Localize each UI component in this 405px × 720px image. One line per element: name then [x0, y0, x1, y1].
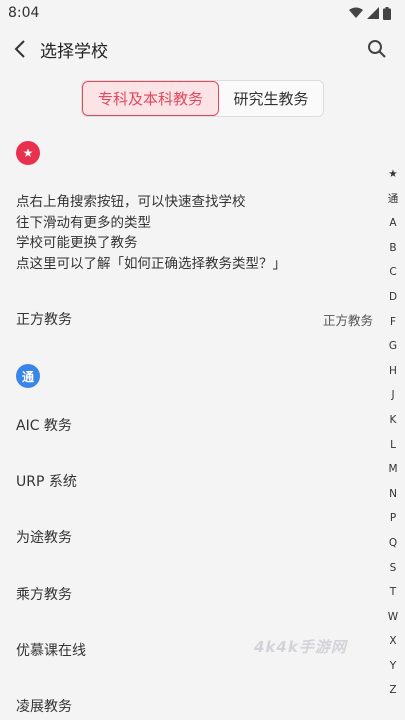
- signal-icon: [367, 7, 379, 19]
- favorite-school-row[interactable]: 正方教务 正方教务: [0, 299, 385, 339]
- index-letter[interactable]: C: [381, 260, 405, 285]
- tab-selector: 专科及本科教务 研究生教务: [81, 80, 324, 117]
- index-letter[interactable]: Y: [381, 654, 405, 679]
- search-icon: [368, 40, 386, 58]
- index-letter[interactable]: T: [381, 580, 405, 605]
- tip-help-link[interactable]: 点这里可以了解「如何正确选择教务类型？」: [16, 254, 286, 275]
- index-letter[interactable]: N: [381, 482, 405, 507]
- index-letter[interactable]: D: [381, 285, 405, 310]
- status-time: 8:04: [8, 5, 40, 21]
- index-letter[interactable]: M: [381, 457, 405, 482]
- index-letter[interactable]: P: [381, 506, 405, 531]
- list-item[interactable]: AIC 教务: [0, 405, 385, 445]
- index-letter[interactable]: H: [381, 359, 405, 384]
- alphabet-index-bar[interactable]: ★ 通 A B C D F G H J K L M N P Q S T W X …: [381, 162, 405, 703]
- search-button[interactable]: [365, 37, 389, 61]
- list-item[interactable]: URP 系统: [0, 461, 385, 501]
- tip-line: 往下滑动有更多的类型: [16, 214, 151, 231]
- tip-line: 学校可能更换了教务: [16, 235, 138, 251]
- tab-undergraduate[interactable]: 专科及本科教务: [82, 81, 219, 116]
- index-letter[interactable]: J: [381, 383, 405, 408]
- back-button[interactable]: [0, 26, 40, 72]
- index-letter[interactable]: 通: [381, 187, 405, 212]
- list-item[interactable]: 乘方教务: [0, 574, 385, 614]
- index-letter[interactable]: ★: [381, 162, 405, 187]
- index-letter[interactable]: L: [381, 433, 405, 458]
- status-icons: [349, 6, 391, 20]
- common-section-badge: 通: [16, 364, 40, 388]
- index-letter[interactable]: G: [381, 334, 405, 359]
- app-bar: 选择学校: [0, 26, 405, 72]
- index-letter[interactable]: W: [381, 605, 405, 630]
- wifi-icon: [349, 7, 363, 18]
- index-letter[interactable]: Z: [381, 678, 405, 703]
- page-title: 选择学校: [40, 41, 108, 62]
- watermark: 4k4k手游网: [254, 638, 347, 656]
- status-bar: 8:04: [0, 0, 405, 26]
- index-letter[interactable]: B: [381, 236, 405, 261]
- favorites-badge: ★: [16, 141, 40, 165]
- favorite-row-label: 正方教务: [16, 312, 72, 328]
- tip-line: 点右上角搜索按钮，可以快速查找学校: [16, 194, 246, 210]
- list-item[interactable]: 为途教务: [0, 517, 385, 557]
- index-letter[interactable]: K: [381, 408, 405, 433]
- tips-block[interactable]: 点右上角搜索按钮，可以快速查找学校 往下滑动有更多的类型 学校可能更换了教务 点…: [16, 192, 286, 274]
- index-letter[interactable]: F: [381, 310, 405, 335]
- back-arrow-icon: [14, 40, 25, 58]
- index-letter[interactable]: X: [381, 629, 405, 654]
- favorite-row-value: 正方教务: [322, 312, 373, 328]
- index-letter[interactable]: S: [381, 556, 405, 581]
- list-item[interactable]: 凌展教务: [0, 686, 385, 720]
- tab-graduate[interactable]: 研究生教务: [219, 81, 323, 116]
- battery-icon: [383, 6, 391, 20]
- index-letter[interactable]: A: [381, 211, 405, 236]
- index-letter[interactable]: Q: [381, 531, 405, 556]
